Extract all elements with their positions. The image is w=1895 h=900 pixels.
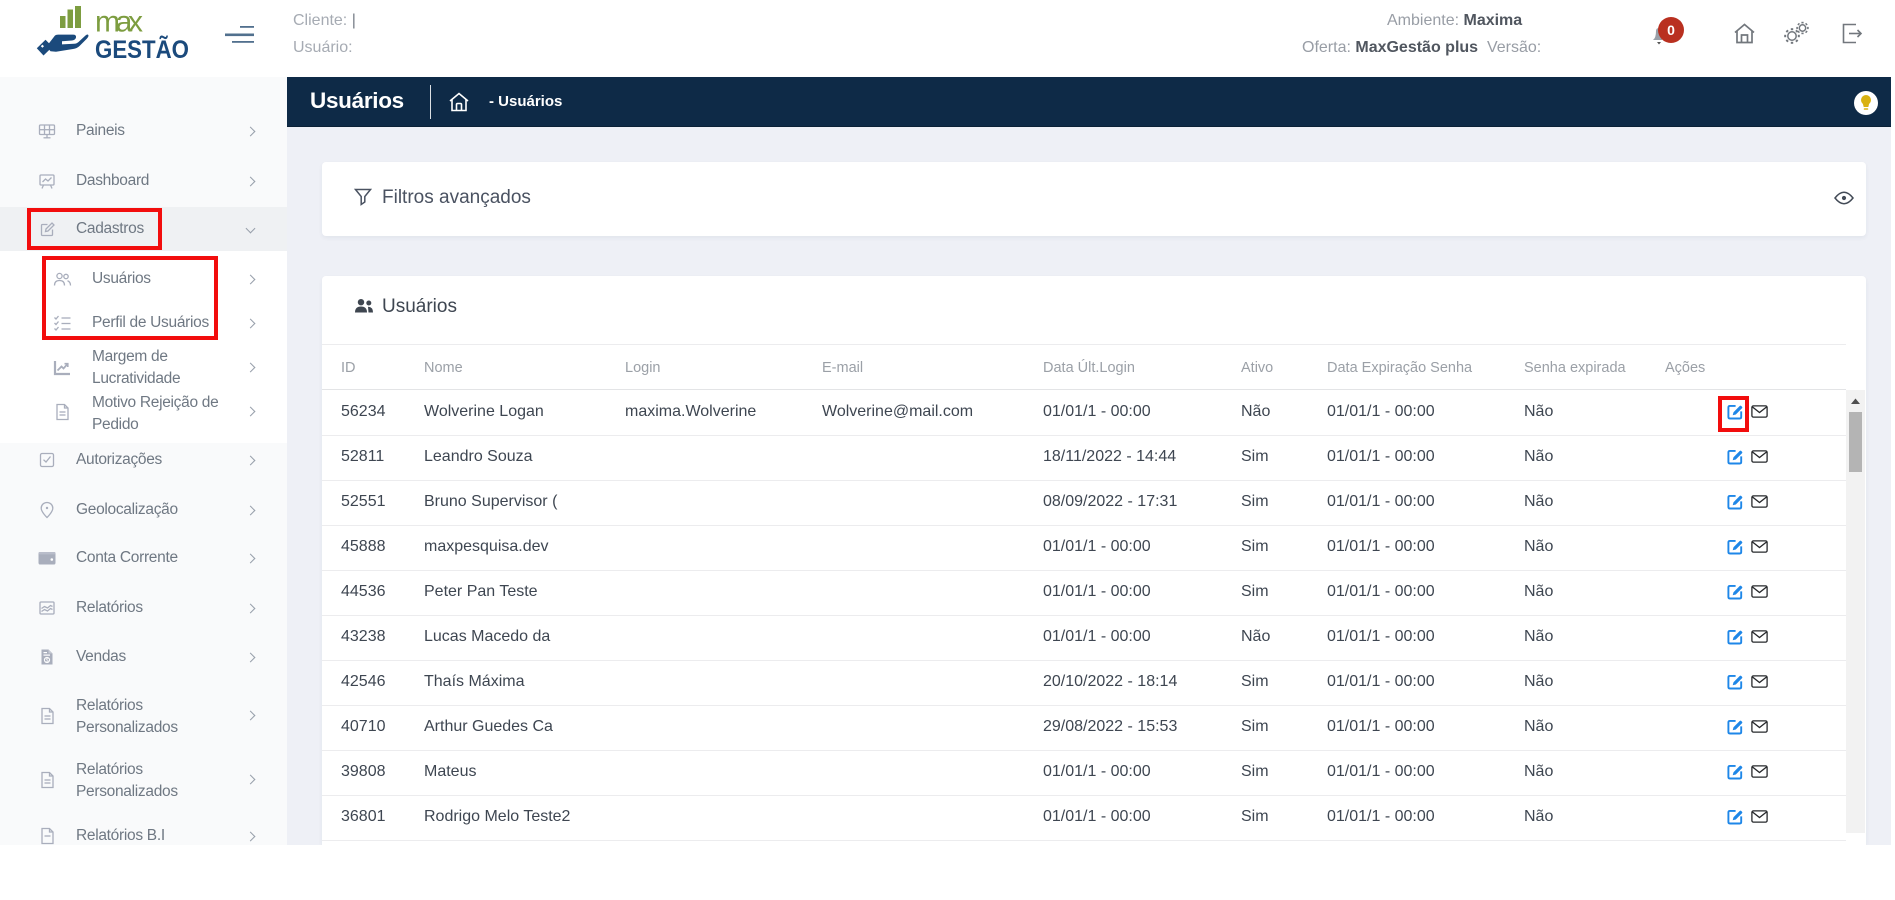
- svg-text:max: max: [95, 6, 143, 39]
- svg-text:GESTÃO: GESTÃO: [95, 34, 189, 64]
- svg-text:$: $: [45, 658, 48, 664]
